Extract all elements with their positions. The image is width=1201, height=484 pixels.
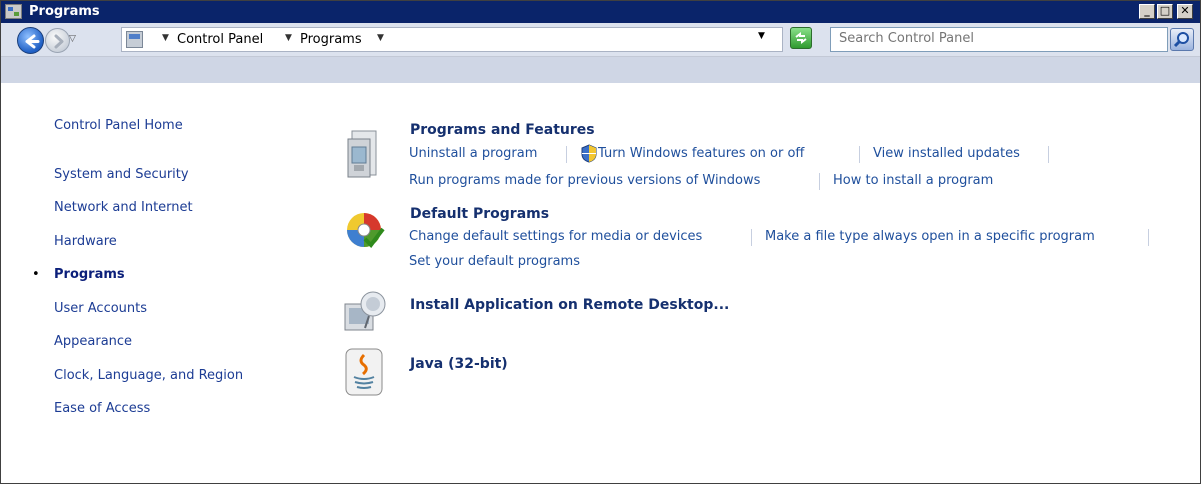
change-default-settings-link[interactable]: Change default settings for media or dev… — [409, 229, 702, 244]
close-button[interactable]: ✕ — [1177, 4, 1193, 19]
address-dropdown-icon[interactable]: ▼ — [758, 31, 765, 41]
sidebar-item-network-and-internet[interactable]: Network and Internet — [54, 200, 193, 215]
recent-pages-dropdown[interactable]: ▽ — [69, 34, 76, 44]
turn-windows-features-link[interactable]: Turn Windows features on or off — [598, 146, 804, 161]
link-separator — [1048, 146, 1049, 163]
uninstall-program-link[interactable]: Uninstall a program — [409, 146, 537, 161]
chevron-down-icon[interactable]: ▼ — [377, 33, 384, 43]
control-panel-icon — [5, 4, 22, 19]
search-box[interactable] — [830, 27, 1168, 52]
java-icon[interactable] — [344, 347, 386, 399]
forward-button[interactable] — [45, 28, 70, 53]
search-icon — [1173, 32, 1189, 48]
link-separator — [566, 146, 567, 163]
link-separator — [751, 229, 752, 246]
remote-desktop-icon[interactable] — [343, 288, 387, 334]
programs-window: Programs _ □ ✕ ▽ ▼ Control Panel ▼ Progr… — [0, 0, 1201, 484]
java-title[interactable]: Java (32-bit) — [410, 356, 508, 372]
refresh-icon — [795, 32, 807, 44]
link-separator — [1148, 229, 1149, 246]
control-panel-icon — [126, 31, 143, 48]
sidebar-item-programs[interactable]: Programs — [54, 267, 125, 282]
default-programs-title[interactable]: Default Programs — [410, 206, 549, 222]
window-title: Programs — [29, 4, 100, 19]
set-default-programs-link[interactable]: Set your default programs — [409, 254, 580, 269]
active-item-bullet: • — [32, 267, 40, 282]
back-button[interactable] — [17, 27, 44, 54]
breadcrumb-programs[interactable]: Programs — [300, 32, 362, 47]
sidebar-item-control-panel-home[interactable]: Control Panel Home — [54, 118, 183, 133]
navigation-bar: ▽ ▼ Control Panel ▼ Programs ▼ ▼ — [1, 23, 1200, 83]
maximize-button[interactable]: □ — [1157, 4, 1173, 19]
view-installed-updates-link[interactable]: View installed updates — [873, 146, 1020, 161]
run-older-programs-link[interactable]: Run programs made for previous versions … — [409, 173, 760, 188]
search-input[interactable] — [831, 28, 1159, 49]
sidebar-item-appearance[interactable]: Appearance — [54, 334, 132, 349]
title-bar[interactable]: Programs _ □ ✕ — [1, 1, 1200, 23]
sidebar-item-system-and-security[interactable]: System and Security — [54, 167, 189, 182]
forward-arrow-icon — [54, 34, 64, 49]
file-type-association-link[interactable]: Make a file type always open in a specif… — [765, 229, 1095, 244]
link-separator — [859, 146, 860, 163]
install-remote-desktop-title[interactable]: Install Application on Remote Desktop... — [410, 297, 729, 313]
back-arrow-icon — [25, 34, 40, 49]
minimize-button[interactable]: _ — [1139, 4, 1155, 19]
programs-features-icon[interactable] — [344, 127, 380, 181]
sidebar-item-clock-language-region[interactable]: Clock, Language, and Region — [54, 368, 243, 383]
chevron-down-icon[interactable]: ▼ — [162, 33, 169, 43]
uac-shield-icon — [581, 144, 597, 163]
address-box[interactable]: ▼ Control Panel ▼ Programs ▼ — [121, 27, 783, 52]
refresh-button[interactable] — [790, 27, 812, 49]
sidebar-item-user-accounts[interactable]: User Accounts — [54, 301, 147, 316]
breadcrumb-control-panel[interactable]: Control Panel — [177, 32, 263, 47]
sidebar-item-hardware[interactable]: Hardware — [54, 234, 117, 249]
chevron-down-icon[interactable]: ▼ — [285, 33, 292, 43]
how-to-install-link[interactable]: How to install a program — [833, 173, 993, 188]
sidebar-item-ease-of-access[interactable]: Ease of Access — [54, 401, 150, 416]
link-separator — [819, 173, 820, 190]
search-button[interactable] — [1170, 28, 1194, 51]
programs-and-features-title[interactable]: Programs and Features — [410, 122, 595, 138]
default-programs-icon[interactable] — [345, 209, 385, 251]
